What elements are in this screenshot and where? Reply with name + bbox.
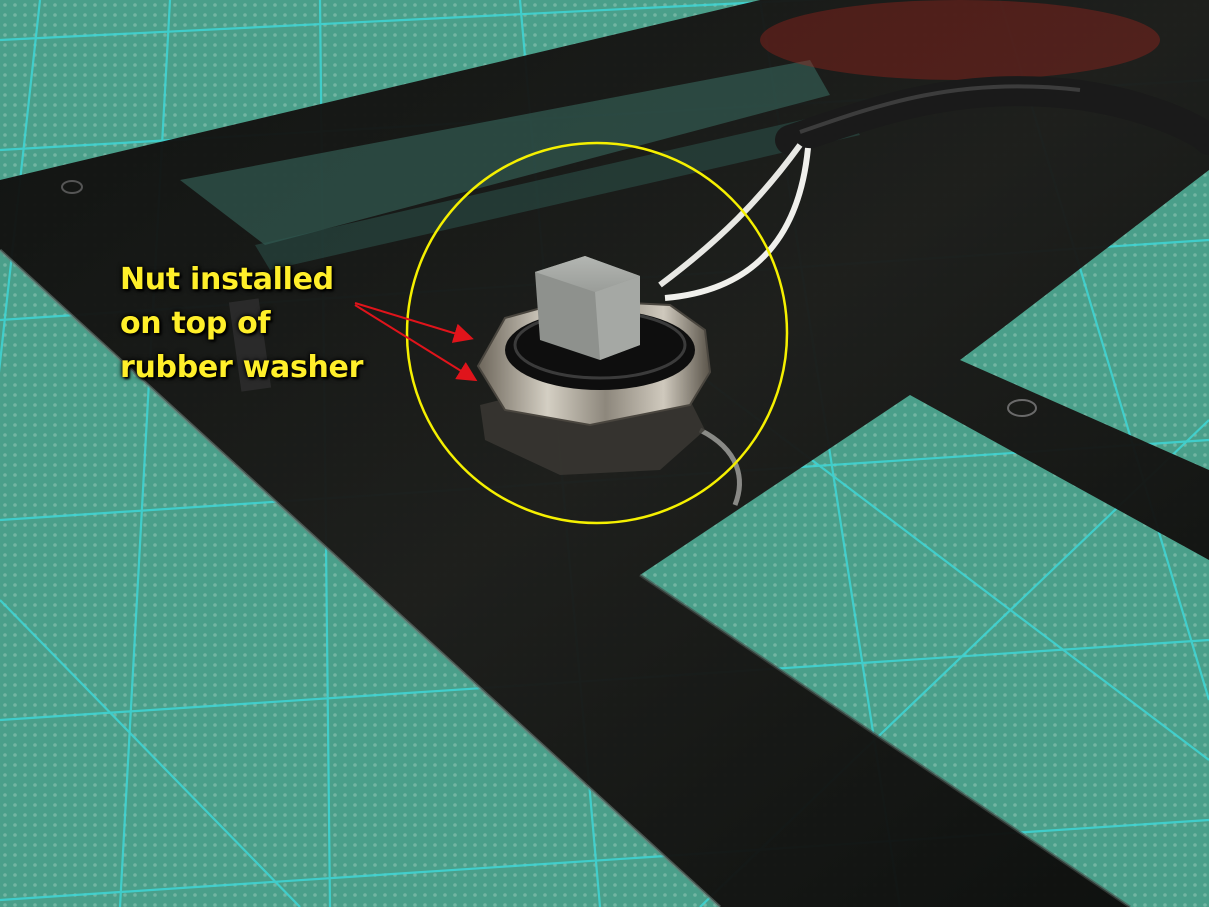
annotation-line-3: rubber washer — [120, 350, 364, 385]
red-reflection — [760, 0, 1160, 80]
annotation-line-2: on top of — [120, 306, 271, 341]
photo-scene — [0, 0, 1209, 907]
annotation-line-1: Nut installed — [120, 262, 334, 297]
annotation-label: Nut installed on top of rubber washer — [120, 258, 420, 390]
